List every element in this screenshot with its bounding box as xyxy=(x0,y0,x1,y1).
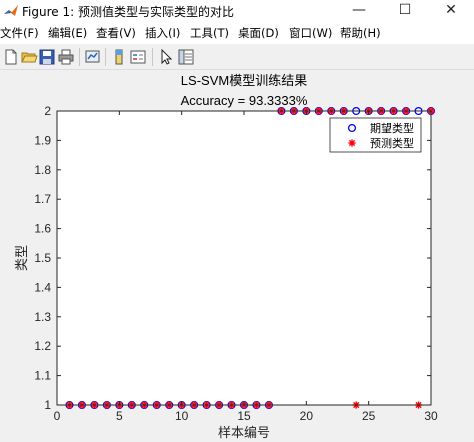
y-tick-label: 1.9 xyxy=(34,133,51,147)
link-plot-icon[interactable] xyxy=(84,48,102,66)
x-tick-label: 10 xyxy=(175,409,189,423)
maximize-button[interactable]: ☐ xyxy=(382,0,428,22)
axes-background xyxy=(57,111,431,405)
y-tick-label: 1.5 xyxy=(34,251,51,265)
scatter-chart: 0 5 10 15 20 25 30 1 1.1 1.2 1.3 1.4 1.5 1.6 1.7 1.8 1.9… xyxy=(14,73,438,440)
window-title: Figure 1: 预测值类型与实际类型的对比 xyxy=(22,5,234,19)
x-tick-label: 5 xyxy=(116,409,123,423)
toolbar-separator xyxy=(152,48,153,66)
x-tick-label: 25 xyxy=(362,409,376,423)
y-tick-label: 1.4 xyxy=(34,280,51,294)
x-tick-label: 30 xyxy=(424,409,438,423)
chart-subtitle: Accuracy = 93.3333% xyxy=(181,93,308,108)
pointer-icon[interactable] xyxy=(157,48,175,66)
print-icon[interactable] xyxy=(57,48,75,66)
legend-icon[interactable] xyxy=(129,48,147,66)
x-tick-label: 0 xyxy=(54,409,61,423)
menu-desktop[interactable]: 桌面(D) xyxy=(238,25,279,41)
legend-star-marker xyxy=(348,139,356,147)
menu-file[interactable]: 文件(F) xyxy=(0,25,39,41)
x-tick-label: 15 xyxy=(237,409,251,423)
toolbar xyxy=(0,44,474,70)
y-tick-label: 1.3 xyxy=(34,310,51,324)
title-bar: Figure 1: 预测值类型与实际类型的对比 — ☐ ✕ xyxy=(0,0,474,22)
legend-predicted-marker xyxy=(348,139,356,147)
menu-view[interactable]: 查看(V) xyxy=(96,25,136,41)
matlab-logo-icon xyxy=(4,5,18,16)
toolbar-separator xyxy=(105,48,106,66)
x-tick-label: 20 xyxy=(300,409,314,423)
menu-bar: 文件(F) 编辑(E) 查看(V) 插入(I) 工具(T) 桌面(D) 窗口(W… xyxy=(0,22,474,44)
menu-edit[interactable]: 编辑(E) xyxy=(48,25,87,41)
menu-window[interactable]: 窗口(W) xyxy=(289,25,332,41)
menu-tools[interactable]: 工具(T) xyxy=(190,25,229,41)
close-button[interactable]: ✕ xyxy=(428,0,474,22)
save-icon[interactable] xyxy=(38,48,56,66)
minimize-button[interactable]: — xyxy=(336,0,382,22)
menu-insert[interactable]: 插入(I) xyxy=(145,25,180,41)
y-tick-label: 1 xyxy=(44,398,51,412)
y-tick-label: 1.2 xyxy=(34,339,51,353)
y-tick-label: 1.8 xyxy=(34,163,51,177)
property-editor-icon[interactable] xyxy=(177,48,195,66)
toolbar-separator xyxy=(79,48,80,66)
new-figure-icon[interactable] xyxy=(2,48,20,66)
y-tick-label: 1.6 xyxy=(34,222,51,236)
menu-help[interactable]: 帮助(H) xyxy=(340,25,381,41)
legend-predicted-label: 预测类型 xyxy=(370,136,414,150)
x-axis-label: 样本编号 xyxy=(218,425,270,440)
legend-expected-label: 期望类型 xyxy=(370,121,414,135)
y-tick-label: 1.7 xyxy=(34,192,51,206)
y-tick-label: 1.1 xyxy=(34,369,51,383)
y-axis-label: 类型 xyxy=(14,245,29,271)
chart-title: LS-SVM模型训练结果 xyxy=(181,73,307,88)
open-file-icon[interactable] xyxy=(20,48,38,66)
y-tick-label: 2 xyxy=(44,104,51,118)
colorbar-icon[interactable] xyxy=(110,48,128,66)
legend[interactable]: 期望类型 预测类型 xyxy=(329,117,422,153)
